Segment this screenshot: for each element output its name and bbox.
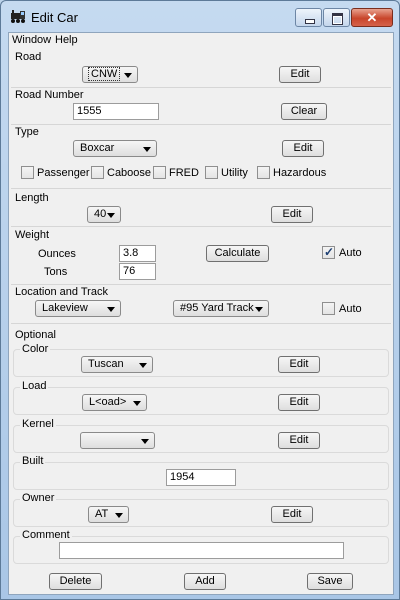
chevron-down-icon	[139, 363, 147, 368]
fred-checkbox[interactable]	[153, 166, 166, 179]
divider	[11, 188, 391, 189]
type-select[interactable]: Boxcar	[73, 140, 157, 157]
load-edit-button[interactable]: Edit	[278, 394, 320, 411]
location-value: Lakeview	[42, 302, 88, 314]
divider	[11, 284, 391, 285]
utility-checkbox[interactable]	[205, 166, 218, 179]
chevron-down-icon	[107, 213, 115, 218]
chevron-down-icon	[115, 513, 123, 518]
color-edit-button[interactable]: Edit	[278, 356, 320, 373]
weight-label: Weight	[15, 229, 50, 241]
passenger-checkbox[interactable]	[21, 166, 34, 179]
chevron-down-icon	[255, 307, 263, 312]
ounces-input[interactable]: 3.8	[119, 245, 156, 262]
kernel-select[interactable]	[80, 432, 155, 449]
road-edit-button[interactable]: Edit	[279, 66, 321, 83]
fred-label: FRED	[169, 167, 199, 179]
delete-button[interactable]: Delete	[49, 573, 102, 590]
type-value: Boxcar	[80, 142, 115, 154]
load-select[interactable]: L<oad>	[82, 394, 147, 411]
minimize-button[interactable]	[295, 8, 322, 27]
length-select[interactable]: 40	[87, 206, 121, 223]
add-button[interactable]: Add	[184, 573, 226, 590]
weight-auto-label: Auto	[339, 247, 362, 259]
kernel-label: Kernel	[20, 418, 56, 430]
close-icon: ✕	[366, 10, 378, 25]
clear-button[interactable]: Clear	[281, 103, 327, 120]
location-auto-label: Auto	[339, 303, 362, 315]
window-title: Edit Car	[31, 10, 78, 25]
divider	[11, 226, 391, 227]
optional-label: Optional	[15, 329, 56, 341]
track-value: #95 Yard Track	[180, 302, 254, 314]
road-number-label: Road Number	[15, 89, 84, 101]
kernel-group	[13, 425, 389, 453]
maximize-button[interactable]	[323, 8, 350, 27]
utility-label: Utility	[221, 167, 248, 179]
hazardous-checkbox[interactable]	[257, 166, 270, 179]
type-edit-button[interactable]: Edit	[282, 140, 324, 157]
tons-input[interactable]: 76	[119, 263, 156, 280]
owner-label: Owner	[20, 492, 57, 504]
weight-auto-checkbox[interactable]	[322, 245, 335, 259]
close-button[interactable]: ✕	[351, 8, 393, 27]
tons-label: Tons	[44, 266, 68, 278]
built-label: Built	[20, 455, 46, 467]
load-group	[13, 387, 389, 415]
hazardous-label: Hazardous	[273, 167, 327, 179]
edit-car-window: Edit Car ✕ Window Help Road CNW Edit Roa…	[0, 0, 400, 600]
owner-group	[13, 499, 389, 527]
load-value: L<oad>	[89, 396, 127, 408]
length-label: Length	[15, 192, 49, 204]
menu-window[interactable]: Window	[12, 34, 51, 46]
caboose-checkbox[interactable]	[91, 166, 104, 179]
divider	[11, 124, 391, 125]
caboose-label: Caboose	[107, 167, 152, 179]
color-select[interactable]: Tuscan	[81, 356, 153, 373]
road-number-input[interactable]: 1555	[73, 103, 159, 120]
owner-select[interactable]: AT	[88, 506, 129, 523]
divider	[11, 323, 391, 324]
location-track-label: Location and Track	[15, 286, 108, 298]
color-value: Tuscan	[88, 358, 124, 370]
comment-label: Comment	[20, 529, 72, 541]
divider	[11, 87, 391, 88]
title-bar[interactable]: Edit Car ✕	[1, 1, 399, 31]
client-area: Window Help Road CNW Edit Road Number 15…	[8, 32, 394, 595]
road-label: Road	[15, 51, 42, 63]
chevron-down-icon	[124, 73, 132, 78]
color-group	[13, 349, 389, 377]
location-select[interactable]: Lakeview	[35, 300, 121, 317]
track-select[interactable]: #95 Yard Track	[173, 300, 269, 317]
chevron-down-icon	[133, 401, 141, 406]
owner-edit-button[interactable]: Edit	[271, 506, 313, 523]
ounces-label: Ounces	[38, 248, 76, 260]
chevron-down-icon	[141, 439, 149, 444]
road-select[interactable]: CNW	[82, 66, 138, 83]
chevron-down-icon	[107, 307, 115, 312]
passenger-label: Passenger	[37, 167, 90, 179]
menu-help[interactable]: Help	[55, 34, 78, 46]
type-label: Type	[15, 126, 39, 138]
chevron-down-icon	[143, 147, 151, 152]
kernel-edit-button[interactable]: Edit	[278, 432, 320, 449]
length-value: 40	[94, 208, 107, 220]
location-auto-checkbox[interactable]	[322, 302, 335, 315]
built-input[interactable]: 1954	[166, 469, 236, 486]
length-edit-button[interactable]: Edit	[271, 206, 313, 223]
color-label: Color	[20, 343, 51, 355]
menu-bar: Window Help	[9, 33, 393, 48]
comment-input[interactable]	[59, 542, 344, 559]
calculate-button[interactable]: Calculate	[206, 245, 269, 262]
save-button[interactable]: Save	[307, 573, 353, 590]
road-value: CNW	[87, 67, 121, 81]
load-label: Load	[20, 380, 49, 392]
owner-value: AT	[95, 508, 109, 520]
locomotive-icon	[11, 10, 25, 23]
